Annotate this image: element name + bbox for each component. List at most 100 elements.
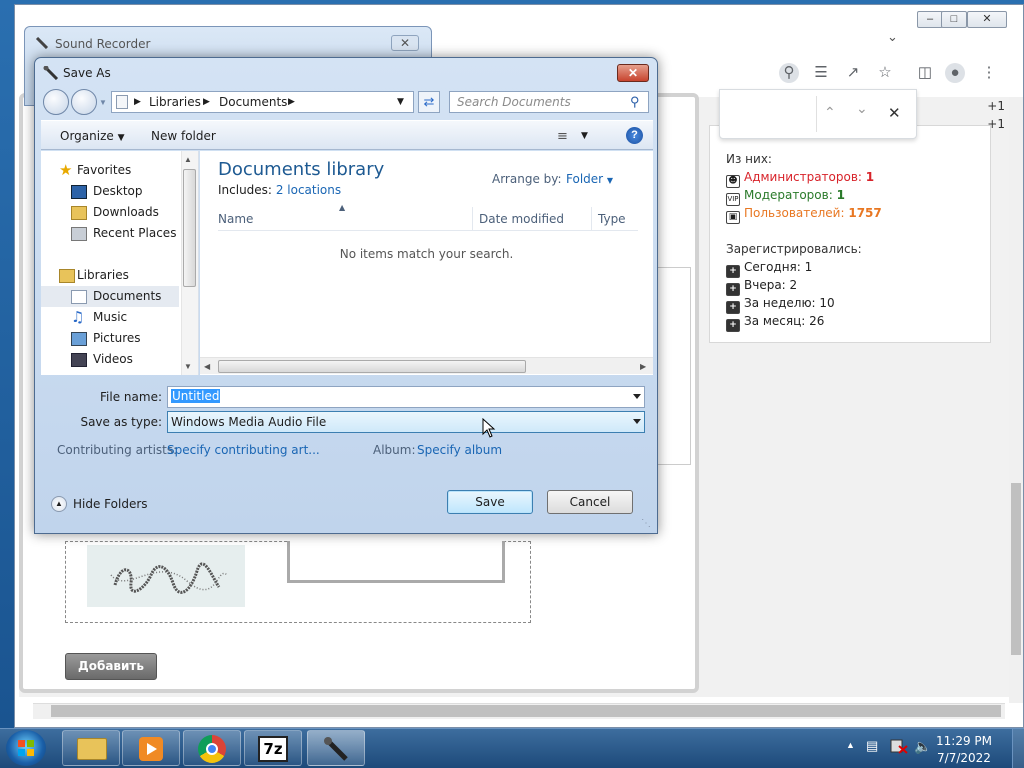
week-count: 10 [819, 296, 835, 310]
captcha-input[interactable] [287, 541, 505, 583]
hide-folders-chevron-icon[interactable]: ▲ [51, 496, 67, 512]
zoom-icon[interactable]: ⚲ [779, 63, 799, 83]
nav-item-documents[interactable]: Documents [41, 286, 179, 307]
maximize-button[interactable]: □ [941, 11, 967, 28]
organize-button[interactable]: Organize ▼ [60, 129, 125, 143]
nav-item-videos[interactable]: Videos [41, 349, 181, 370]
nav-scroll-thumb[interactable] [183, 169, 196, 287]
month-row: + За месяц: 26 [726, 314, 824, 332]
sort-up-icon: ▲ [339, 203, 346, 212]
users-label: Пользователей: [744, 206, 845, 220]
profile-avatar-icon[interactable]: ● [945, 63, 965, 83]
file-name-field[interactable]: Untitled [167, 386, 645, 408]
plus-icon: + [726, 283, 740, 296]
nav-item-libraries[interactable]: Libraries [41, 265, 181, 286]
arrange-by-label: Arrange by: [492, 172, 562, 186]
nav-music-label: Music [93, 310, 128, 324]
new-folder-button[interactable]: New folder [151, 129, 216, 143]
locations-link[interactable]: 2 locations [276, 183, 341, 197]
minimize-button[interactable]: – [917, 11, 943, 28]
file-name-label: File name: [100, 390, 162, 404]
month-count: 26 [809, 314, 825, 328]
taskbar-media-player-button[interactable] [122, 730, 180, 766]
view-dropdown-icon[interactable]: ▼ [581, 131, 588, 141]
side-panel-icon[interactable]: ◫ [915, 63, 935, 83]
network-icon[interactable]: ▤ [866, 738, 882, 754]
nav-item-downloads[interactable]: Downloads [41, 202, 181, 223]
file-pane-scroll-thumb[interactable] [218, 360, 526, 373]
nav-item-favorites[interactable]: ★ Favorites [41, 160, 181, 181]
recent-locations-chevron-icon[interactable]: ▼ [99, 98, 107, 107]
documents-icon [116, 95, 128, 109]
find-close-icon[interactable]: ✕ [888, 104, 901, 122]
search-box[interactable]: Search Documents ⚲ [449, 91, 649, 113]
view-options-icon[interactable]: ≡ [557, 129, 568, 144]
save-as-dialog: Save As ✕ ▼ ▶ Libraries ▶ Documents ▶ ▼ … [34, 57, 658, 534]
horizontal-scroll-thumb[interactable] [51, 705, 1001, 717]
column-date-modified[interactable]: Date modified [479, 212, 564, 226]
nav-item-recent[interactable]: Recent Places [41, 223, 181, 244]
close-browser-button[interactable]: ✕ [967, 11, 1007, 28]
downloads-folder-icon [71, 206, 87, 220]
taskbar-sound-recorder-button[interactable] [307, 730, 365, 766]
address-dropdown-icon[interactable]: ▼ [397, 97, 404, 107]
scroll-up-icon[interactable]: ▲ [184, 155, 192, 164]
resize-grip-icon[interactable]: ⋱ [641, 518, 653, 530]
microphone-icon [35, 37, 49, 49]
taskbar-chrome-button[interactable] [183, 730, 241, 766]
week-label: За неделю: [744, 296, 816, 310]
nav-item-pictures[interactable]: Pictures [41, 328, 181, 349]
add-button[interactable]: Добавить [65, 653, 157, 680]
find-next-icon[interactable]: ⌄ [856, 100, 868, 117]
arrange-by-dropdown[interactable]: Folder ▼ [566, 172, 613, 186]
taskbar-7zip-button[interactable]: 7z [244, 730, 302, 766]
file-name-dropdown-icon[interactable] [633, 394, 641, 399]
find-prev-icon[interactable]: ⌃ [824, 104, 836, 121]
column-name[interactable]: Name [218, 212, 253, 226]
nav-item-desktop[interactable]: Desktop [41, 181, 181, 202]
back-button[interactable] [43, 89, 69, 115]
hide-folders-button[interactable]: Hide Folders [73, 497, 148, 511]
column-type[interactable]: Type [598, 212, 626, 226]
address-bar[interactable]: ▶ Libraries ▶ Documents ▶ ▼ [111, 91, 414, 113]
sound-recorder-close-button[interactable]: ✕ [391, 35, 419, 51]
forward-button[interactable] [71, 89, 97, 115]
vertical-scroll-thumb[interactable] [1011, 483, 1021, 655]
recent-places-icon [71, 227, 87, 241]
nav-pane-scrollbar[interactable]: ▲ ▼ [181, 151, 198, 375]
breadcrumb-documents[interactable]: Documents [219, 95, 287, 109]
translate-icon[interactable]: ☰ [811, 63, 831, 83]
week-row: + За неделю: 10 [726, 296, 835, 314]
7zip-icon: 7z [258, 736, 288, 762]
cancel-button[interactable]: Cancel [547, 490, 633, 514]
start-button[interactable] [6, 730, 46, 766]
volume-icon[interactable]: 🔈 [914, 738, 931, 755]
scroll-left-icon[interactable]: ◀ [204, 362, 210, 371]
contributing-artists-field[interactable]: Specify contributing art... [167, 443, 320, 457]
library-includes: Includes: 2 locations [218, 183, 341, 197]
taskbar-explorer-button[interactable] [62, 730, 120, 766]
menu-kebab-icon[interactable]: ⋮ [979, 63, 999, 83]
action-center-icon[interactable] [890, 738, 908, 754]
breadcrumb-libraries[interactable]: Libraries [149, 95, 201, 109]
show-hidden-icons-icon[interactable]: ▲ [846, 740, 855, 750]
save-as-type-dropdown-icon[interactable] [633, 419, 641, 424]
folder-icon [77, 738, 107, 760]
save-as-type-select[interactable]: Windows Media Audio File [167, 411, 645, 433]
users-row: ▣ Пользователей: 1757 [726, 206, 882, 224]
nav-item-music[interactable]: ♫ Music [41, 307, 181, 328]
microphone-icon [43, 66, 59, 80]
help-icon[interactable]: ? [626, 127, 643, 144]
save-button[interactable]: Save [447, 490, 533, 514]
show-desktop-button[interactable] [1012, 729, 1024, 768]
refresh-button[interactable]: ⇄ [418, 91, 440, 113]
dialog-close-button[interactable]: ✕ [617, 64, 649, 82]
clock[interactable]: 11:29 PM 7/7/2022 [932, 733, 996, 767]
scroll-down-icon[interactable]: ▼ [184, 362, 192, 371]
bookmark-star-icon[interactable]: ☆ [875, 63, 895, 83]
scroll-right-icon[interactable]: ▶ [640, 362, 646, 371]
tab-list-chevron-icon[interactable]: ⌄ [887, 29, 898, 45]
album-field[interactable]: Specify album [417, 443, 502, 457]
media-player-icon [139, 737, 163, 761]
share-icon[interactable]: ↗ [843, 63, 863, 83]
